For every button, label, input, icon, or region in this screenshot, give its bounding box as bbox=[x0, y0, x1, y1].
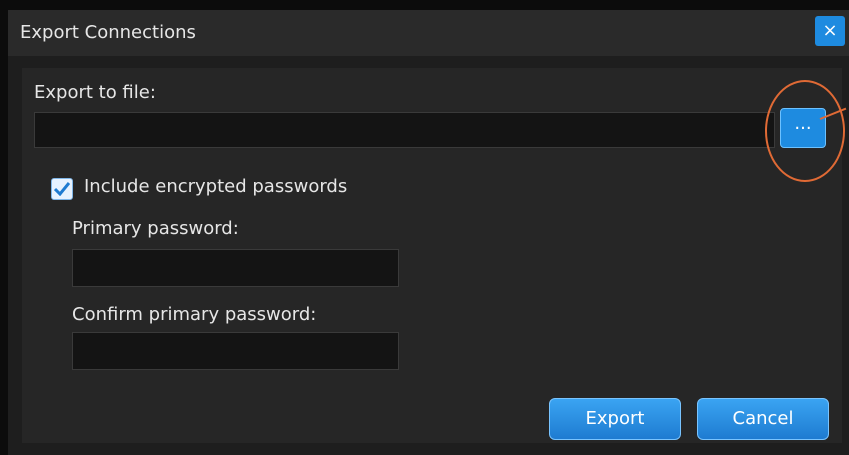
export-file-input[interactable] bbox=[34, 112, 775, 148]
dialog-title: Export Connections bbox=[20, 22, 196, 43]
dialog-content: Export to file: Include encrypted passwo… bbox=[22, 68, 842, 443]
primary-password-label: Primary password: bbox=[72, 218, 239, 239]
close-button[interactable]: × bbox=[815, 16, 845, 46]
confirm-password-input[interactable] bbox=[72, 332, 399, 370]
title-bar: Export Connections × bbox=[8, 10, 849, 56]
primary-password-input[interactable] bbox=[72, 249, 399, 287]
include-passwords-checkbox[interactable] bbox=[51, 178, 73, 200]
export-file-label: Export to file: bbox=[34, 82, 156, 103]
include-passwords-label: Include encrypted passwords bbox=[84, 176, 348, 197]
export-button[interactable]: Export bbox=[549, 398, 681, 440]
close-icon: × bbox=[822, 20, 838, 41]
cancel-button[interactable]: Cancel bbox=[697, 398, 829, 440]
confirm-password-label: Confirm primary password: bbox=[72, 304, 317, 325]
export-connections-dialog: Export Connections × Export to file: Inc… bbox=[8, 10, 849, 455]
annotation-circle bbox=[765, 80, 845, 182]
checkmark-icon bbox=[54, 182, 70, 196]
